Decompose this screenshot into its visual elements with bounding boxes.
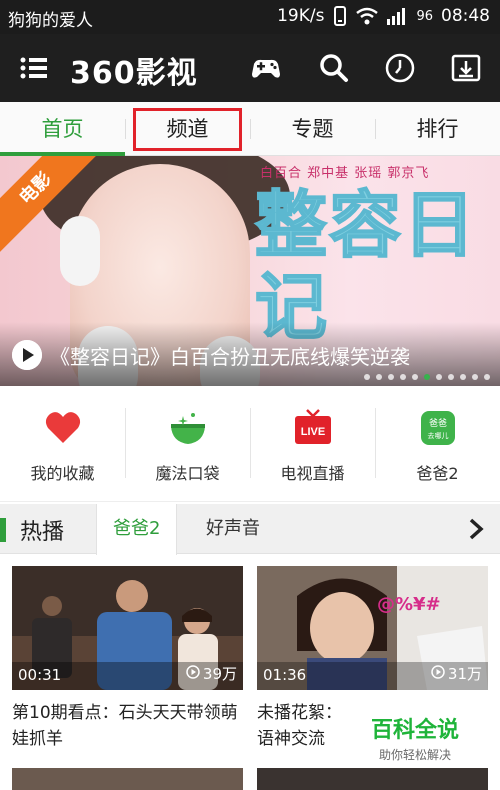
tab-label: 首页 xyxy=(41,117,84,141)
section-title: 热播 xyxy=(20,520,65,545)
signal-icon xyxy=(386,7,408,25)
quick-show-baba2[interactable]: 爸爸去哪儿 爸爸2 xyxy=(375,386,500,501)
status-bar: 狗狗的爱人 19K/s 96 08:48 xyxy=(0,0,500,34)
quick-label: 我的收藏 xyxy=(30,464,95,483)
carousel-dot[interactable] xyxy=(364,374,370,380)
tab-home[interactable]: 首页 xyxy=(0,102,125,156)
hot-section-header: 热播 爸爸2 好声音 xyxy=(0,504,500,555)
svg-text:LIVE: LIVE xyxy=(300,426,324,438)
tab-label: 专题 xyxy=(291,117,334,141)
banner-caption: 《整容日记》白百合扮丑无底线爆笑逆袭 xyxy=(50,345,410,369)
history-clock-icon[interactable] xyxy=(384,52,416,84)
clock: 08:48 xyxy=(441,6,490,26)
video-duration: 00:31 xyxy=(18,666,62,684)
tab-label: 排行 xyxy=(416,117,459,141)
carousel-dot[interactable] xyxy=(400,374,406,380)
section-marker xyxy=(0,518,6,542)
play-count-icon xyxy=(431,664,445,683)
play-count: 31万 xyxy=(431,663,482,684)
highlight-box xyxy=(133,108,242,151)
app-logo: 360影视 xyxy=(70,56,198,91)
quick-live-tv[interactable]: LIVE 电视直播 xyxy=(250,386,375,501)
video-card-partial[interactable] xyxy=(257,768,488,790)
play-icon[interactable] xyxy=(12,340,42,370)
play-count-value: 39万 xyxy=(202,665,237,683)
battery-level: 96 xyxy=(416,8,433,24)
magic-bowl-icon xyxy=(168,408,208,448)
svg-text:去哪儿: 去哪儿 xyxy=(427,431,448,440)
carousel-dot[interactable] xyxy=(436,374,442,380)
app-bar: 360影视 xyxy=(0,34,500,102)
carousel-dot[interactable] xyxy=(448,374,454,380)
gamepad-icon[interactable] xyxy=(250,52,282,84)
main-tabs: 首页 频道 专题 排行 xyxy=(0,102,500,156)
play-count-value: 31万 xyxy=(447,665,482,683)
tab-ranking[interactable]: 排行 xyxy=(375,102,500,155)
watermark-sub: 助你轻松解决 xyxy=(378,748,451,762)
tab-channel[interactable]: 频道 xyxy=(125,102,250,155)
carousel-dot[interactable] xyxy=(412,374,418,380)
banner-art-glove-top xyxy=(60,216,100,286)
heart-icon xyxy=(43,408,83,448)
quick-label: 魔法口袋 xyxy=(155,464,220,483)
play-count: 39万 xyxy=(186,663,237,684)
play-count-icon xyxy=(186,664,200,683)
video-thumbnail: @%¥# 01:36 31万 xyxy=(257,566,488,690)
network-speed: 19K/s xyxy=(277,6,325,26)
status-indicators: 19K/s 96 08:48 xyxy=(277,6,490,26)
quick-label: 电视直播 xyxy=(280,464,345,483)
show-logo-icon: 爸爸 去哪儿 xyxy=(418,408,458,448)
subtab-baba2[interactable]: 爸爸2 xyxy=(96,504,178,555)
vibrate-icon xyxy=(332,6,348,26)
video-title: 第10期看点：石头天天带领萌娃抓羊 xyxy=(12,703,238,749)
video-duration: 01:36 xyxy=(263,666,307,684)
search-icon[interactable] xyxy=(318,52,350,84)
quick-favorites[interactable]: 我的收藏 xyxy=(0,386,125,501)
video-card[interactable]: 00:31 39万 第10期看点：石头天天带领萌娃抓羊 xyxy=(12,566,243,756)
wifi-icon xyxy=(356,7,379,25)
carousel-dots xyxy=(364,374,490,380)
banner-cast: 白百合 郑中基 张瑶 郭京飞 xyxy=(260,166,430,181)
carousel-dot[interactable] xyxy=(424,374,430,380)
quick-magic-pocket[interactable]: 魔法口袋 xyxy=(125,386,250,501)
thumbnail-overlay-text: @%¥# xyxy=(377,594,441,615)
watermark-main: 百科全说 xyxy=(370,718,459,743)
carousel-dot[interactable] xyxy=(376,374,382,380)
carousel-dot[interactable] xyxy=(460,374,466,380)
carousel-dot[interactable] xyxy=(388,374,394,380)
menu-icon[interactable] xyxy=(20,56,48,80)
carousel-dot[interactable] xyxy=(484,374,490,380)
watermark-logo: 百科全说 助你轻松解决 xyxy=(360,712,470,763)
download-icon[interactable] xyxy=(450,52,482,84)
featured-banner[interactable]: 白百合 郑中基 张瑶 郭京飞 整容日记 电影 《整容日记》白百合扮丑无底线爆笑逆… xyxy=(0,156,500,386)
svg-text:爸爸: 爸爸 xyxy=(428,417,446,429)
video-card-partial[interactable] xyxy=(12,768,243,790)
subtab-voice[interactable]: 好声音 xyxy=(190,504,276,554)
carousel-dot[interactable] xyxy=(472,374,478,380)
tab-topics[interactable]: 专题 xyxy=(250,102,375,155)
carrier-name: 狗狗的爱人 xyxy=(8,11,93,31)
quick-entries: 我的收藏 魔法口袋 LIVE 电视直播 爸爸去哪儿 爸爸2 xyxy=(0,386,500,502)
video-thumbnail: 00:31 39万 xyxy=(12,566,243,690)
quick-label: 爸爸2 xyxy=(416,464,459,483)
live-tv-icon: LIVE xyxy=(293,408,333,448)
chevron-right-icon[interactable] xyxy=(466,517,486,541)
